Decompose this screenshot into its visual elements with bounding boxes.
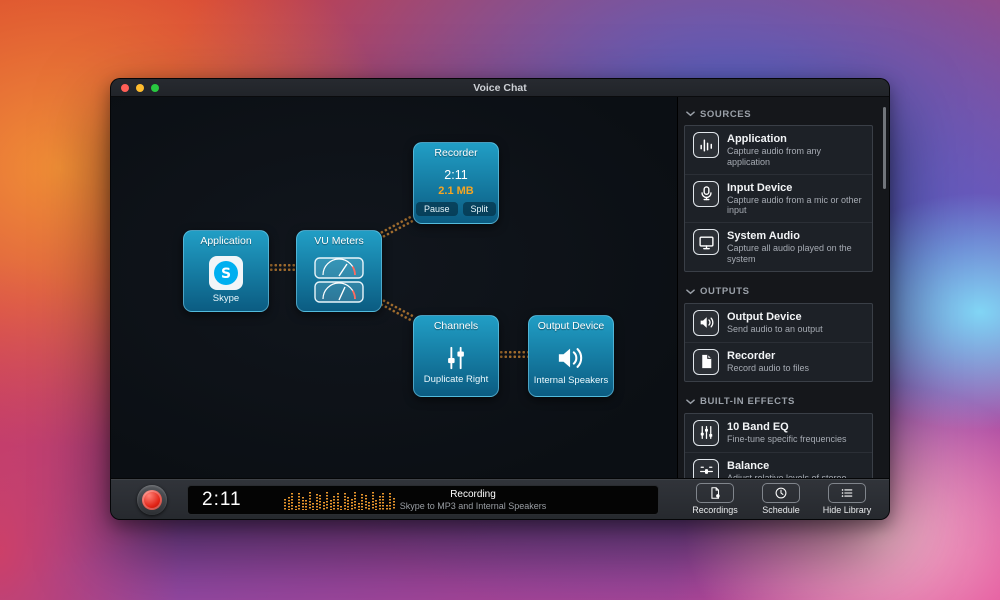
item-name: Output Device [727, 311, 823, 323]
balance-icon [693, 459, 719, 478]
library-item-output-device[interactable]: Output Device Send audio to an output [685, 304, 872, 342]
section-sources: SOURCES Application Capture audio from a… [678, 107, 889, 272]
mic-icon [693, 181, 719, 207]
block-channels[interactable]: Channels Duplicate Right [413, 315, 499, 397]
library-item-10-band-eq[interactable]: 10 Band EQ Fine-tune specific frequencie… [685, 414, 872, 452]
item-name: System Audio [727, 230, 864, 242]
recordings-icon [696, 483, 734, 503]
sidebar-scrollbar[interactable] [883, 107, 886, 189]
library-item-balance[interactable]: Balance Adjust relative levels of stereo… [685, 452, 872, 478]
recorder-file-size: 2.1 MB [438, 185, 473, 197]
item-desc: Record audio to files [727, 363, 809, 374]
library-item-application[interactable]: Application Capture audio from any appli… [685, 126, 872, 174]
item-name: 10 Band EQ [727, 421, 847, 433]
footer-button-label: Hide Library [823, 505, 872, 515]
library-sidebar: SOURCES Application Capture audio from a… [677, 97, 889, 478]
section-card: 10 Band EQ Fine-tune specific frequencie… [684, 413, 873, 478]
application-name: Skype [213, 293, 239, 304]
chevron-down-icon [686, 111, 695, 117]
list-icon [828, 483, 866, 503]
library-item-system-audio[interactable]: System Audio Capture all audio played on… [685, 222, 872, 271]
item-name: Recorder [727, 350, 809, 362]
item-desc: Send audio to an output [727, 324, 823, 335]
section-header[interactable]: SOURCES [686, 107, 889, 121]
item-desc: Fine-tune specific frequencies [727, 434, 847, 445]
status-title: Recording [358, 489, 588, 500]
footer-buttons: Recordings Schedule Hide Library [687, 483, 875, 515]
section-title: BUILT-IN EFFECTS [700, 396, 795, 407]
footer-button-label: Recordings [692, 505, 738, 515]
desktop-wallpaper: Voice Chat Recorder 2:11 2.1 MB Pause [0, 0, 1000, 600]
section-title: SOURCES [700, 109, 751, 120]
record-button[interactable] [137, 485, 167, 515]
schedule-button[interactable]: Schedule [753, 483, 809, 515]
main-content: Recorder 2:11 2.1 MB Pause Split Applica… [111, 97, 889, 478]
window-title: Voice Chat [111, 82, 889, 94]
item-name: Application [727, 133, 864, 145]
pipeline-canvas: Recorder 2:11 2.1 MB Pause Split Applica… [111, 97, 677, 478]
speaker-icon [555, 344, 587, 372]
section-card: Application Capture audio from any appli… [684, 125, 873, 272]
section-header[interactable]: BUILT-IN EFFECTS [686, 395, 889, 409]
sliders-icon [441, 345, 471, 371]
section-card: Output Device Send audio to an output Re… [684, 303, 873, 382]
item-name: Balance [727, 460, 864, 472]
skype-app-icon: S [209, 256, 243, 290]
eq-icon [693, 420, 719, 446]
block-output-device[interactable]: Output Device Internal Speakers [528, 315, 614, 397]
output-device-name: Internal Speakers [534, 375, 608, 386]
pause-button[interactable]: Pause [416, 202, 458, 216]
speaker-icon [693, 310, 719, 336]
window-titlebar: Voice Chat [111, 79, 889, 97]
svg-text:S: S [221, 266, 231, 282]
status-detail: Skype to MP3 and Internal Speakers [358, 501, 588, 511]
block-application[interactable]: Application S Skype [183, 230, 269, 312]
item-name: Input Device [727, 182, 864, 194]
library-item-input-device[interactable]: Input Device Capture audio from a mic or… [685, 174, 872, 223]
block-vu-meters[interactable]: VU Meters [296, 230, 382, 312]
section-title: OUTPUTS [700, 286, 750, 297]
status-readout: Recording Skype to MP3 and Internal Spea… [358, 489, 588, 511]
footer-button-label: Schedule [762, 505, 800, 515]
sidebar-sections: SOURCES Application Capture audio from a… [678, 97, 889, 478]
recording-time: 2:11 [202, 486, 242, 514]
transport-bar: 2:11 Recording Skype to MP3 and Internal… [111, 478, 889, 520]
library-item-recorder[interactable]: Recorder Record audio to files [685, 342, 872, 381]
section-header[interactable]: OUTPUTS [686, 285, 889, 299]
connector-channels-output [499, 350, 528, 359]
block-recorder[interactable]: Recorder 2:11 2.1 MB Pause Split [413, 142, 499, 224]
timer-display: 2:11 Recording Skype to MP3 and Internal… [187, 485, 659, 515]
recorder-elapsed-time: 2:11 [444, 168, 467, 182]
hide-library-button[interactable]: Hide Library [819, 483, 875, 515]
section-outputs: OUTPUTS Output Device Send audio to an o… [678, 285, 889, 382]
chevron-down-icon [686, 289, 695, 295]
chevron-down-icon [686, 399, 695, 405]
recordings-button[interactable]: Recordings [687, 483, 743, 515]
item-desc: Capture audio from any application [727, 146, 864, 168]
file-icon [693, 349, 719, 375]
vu-meter-icon [314, 257, 364, 303]
item-desc: Capture audio from a mic or other input [727, 195, 864, 217]
display-icon [693, 229, 719, 255]
section-built-in-effects: BUILT-IN EFFECTS 10 Band EQ Fine-tune sp… [678, 395, 889, 478]
split-button[interactable]: Split [463, 202, 497, 216]
connector-application-vumeters [269, 263, 296, 272]
item-desc: Capture all audio played on the system [727, 243, 864, 265]
channels-mode: Duplicate Right [424, 374, 488, 385]
clock-icon [762, 483, 800, 503]
waveform-icon [693, 132, 719, 158]
app-window: Voice Chat Recorder 2:11 2.1 MB Pause [110, 78, 890, 520]
